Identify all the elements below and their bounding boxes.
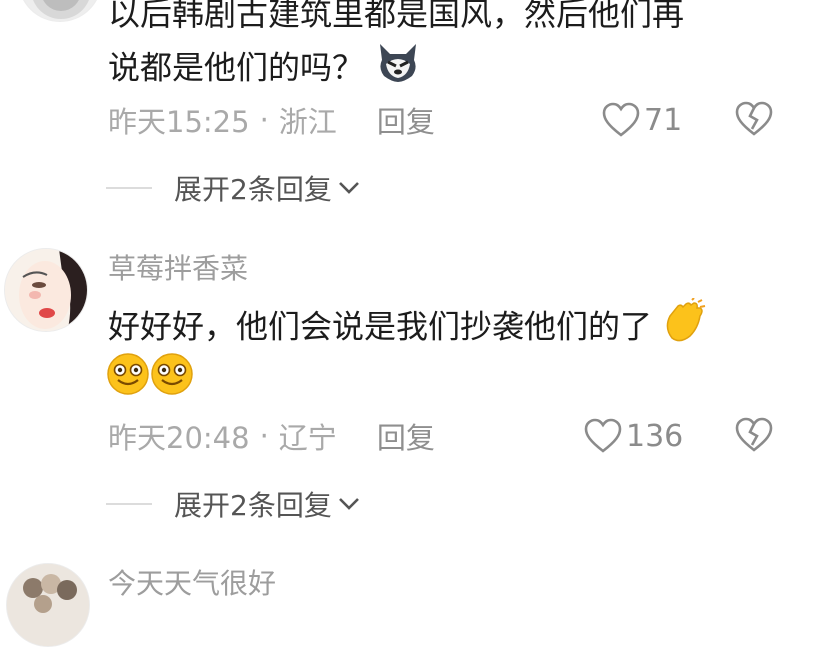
expand-replies-label: 展开2条回复 (174, 173, 332, 206)
comment-time: 昨天15:25 (108, 105, 250, 139)
like-count: 71 (644, 102, 683, 138)
comment-time: 昨天20:48 (108, 421, 250, 455)
comment-username[interactable]: 草莓拌香菜 (108, 249, 248, 289)
smiling-face-icon (106, 352, 150, 411)
wolf-face-icon (374, 40, 422, 99)
expand-replies-label: 展开2条回复 (174, 489, 332, 522)
dislike-button[interactable] (735, 101, 773, 141)
dislike-button[interactable] (735, 417, 773, 457)
reply-button[interactable]: 回复 (377, 415, 435, 457)
like-button[interactable]: 136 (584, 416, 683, 456)
chevron-down-icon (338, 182, 359, 194)
comment-location: 浙江 (278, 105, 337, 139)
smiling-face-icon (150, 352, 194, 411)
expand-replies[interactable]: 展开2条回复 (106, 168, 360, 208)
comment-text: 以后韩剧古建筑里都是国风，然后他们再 (108, 0, 685, 33)
comment-text (106, 352, 194, 411)
avatar[interactable] (18, 0, 102, 22)
avatar[interactable] (4, 248, 88, 332)
comment-text: 好好好，他们会说是我们抄袭他们的了 (108, 297, 708, 359)
clapping-hands-icon (662, 297, 708, 359)
heart-icon (602, 102, 640, 137)
comment-location: 辽宁 (278, 421, 337, 455)
expand-replies[interactable]: 展开2条回复 (106, 484, 360, 524)
like-button[interactable]: 71 (602, 100, 682, 140)
like-count: 136 (626, 418, 684, 454)
heart-icon (584, 418, 622, 453)
chevron-down-icon (338, 498, 359, 510)
comment-username[interactable]: 今天天气很好 (108, 564, 276, 604)
reply-button[interactable]: 回复 (377, 99, 435, 141)
comment-meta: 昨天15:25 · 浙江 回复 (108, 100, 435, 140)
broken-heart-icon (735, 417, 773, 452)
comment-meta: 昨天20:48 · 辽宁 回复 (108, 416, 435, 456)
avatar[interactable] (6, 563, 90, 647)
broken-heart-icon (735, 101, 773, 136)
comment-text: 说都是他们的吗？ (108, 40, 422, 99)
